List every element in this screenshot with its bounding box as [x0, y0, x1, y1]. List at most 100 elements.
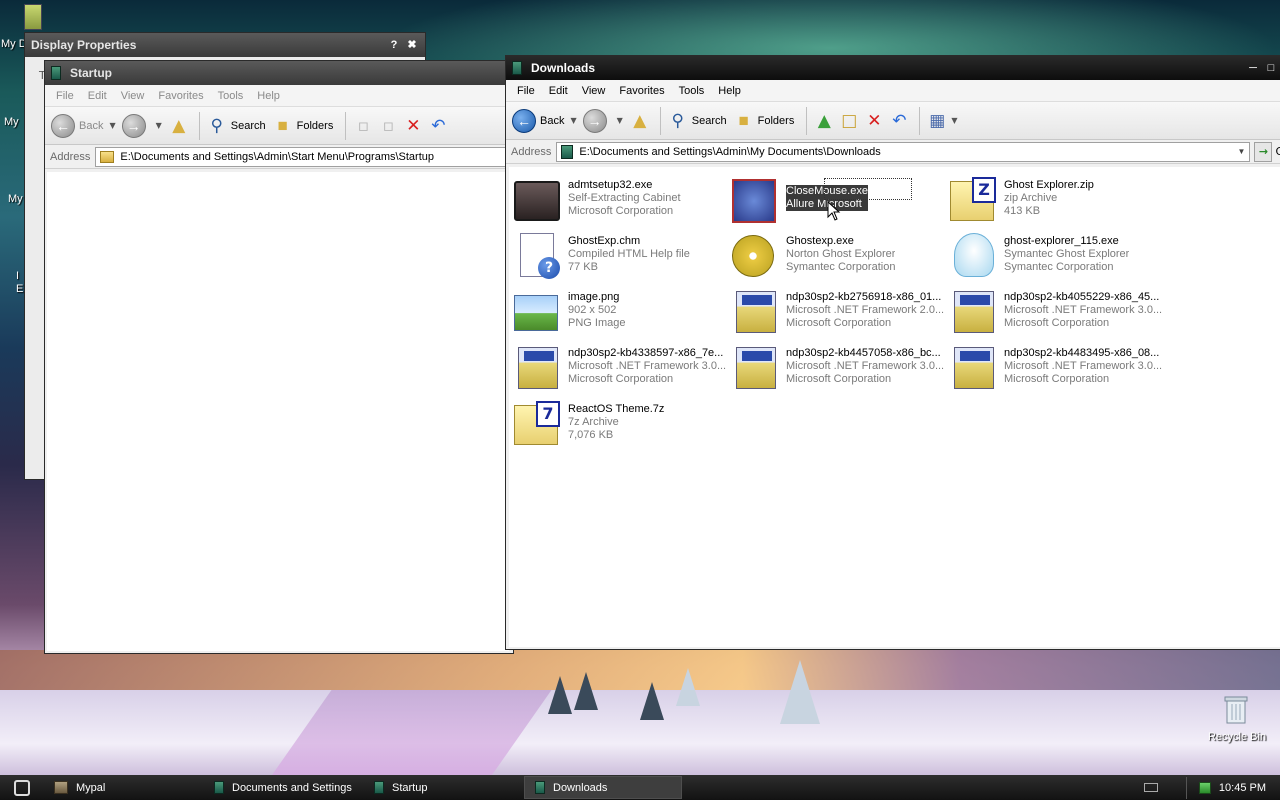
tray-separator [1185, 776, 1187, 799]
back-arrow-icon: ← [51, 113, 75, 138]
menu-tools[interactable]: Tools [211, 90, 251, 102]
search-button[interactable]: ⚲ Search [667, 110, 727, 132]
search-label: Search [691, 114, 727, 127]
downloads-window: Downloads ─ □ File Edit View Favorites T… [505, 55, 1280, 650]
7z-archive-icon: 7 [514, 401, 562, 449]
desktop-label[interactable]: My [8, 193, 23, 205]
search-icon: ⚲ [671, 110, 684, 130]
taskbar-item-documents-and-settings[interactable]: Documents and Settings [204, 776, 362, 799]
menu-file[interactable]: File [49, 90, 81, 102]
taskbar-item-startup[interactable]: Startup [364, 776, 522, 799]
chevron-down-icon[interactable]: ▼ [1233, 147, 1249, 156]
wallpaper-tree [676, 668, 700, 706]
task-label: Mypal [76, 781, 106, 794]
undo-icon[interactable]: ↶ [888, 110, 910, 132]
file-item[interactable]: Z Ghost Explorer.zip zip Archive 413 KB [950, 177, 1168, 233]
file-item[interactable]: admtsetup32.exe Self-Extracting Cabinet … [514, 177, 732, 233]
startup-titlebar[interactable]: Startup [45, 61, 513, 85]
address-input[interactable]: E:\Documents and Settings\Admin\Start Me… [95, 146, 513, 167]
file-item[interactable]: ndp30sp2-kb4483495-x86_08... Microsoft .… [950, 345, 1168, 401]
system-tray: 10:45 PM [1143, 776, 1280, 799]
file-view[interactable]: admtsetup32.exe Self-Extracting Cabinet … [509, 167, 1280, 647]
recycle-bin-label[interactable]: Recycle Bin [1208, 731, 1266, 743]
rename-input[interactable] [824, 178, 912, 200]
desktop-label[interactable]: E [16, 283, 23, 295]
move-to-icon[interactable]: ▲ [813, 110, 835, 132]
task-label: Documents and Settings [232, 781, 352, 794]
display-properties-titlebar[interactable]: Display Properties ? ✖ [25, 33, 425, 57]
desktop-shortcut-icon[interactable] [24, 4, 42, 30]
chevron-down-icon[interactable]: ▼ [156, 121, 162, 130]
file-name: Ghostexp.exe [786, 235, 854, 247]
move-to-icon[interactable]: ▫ [352, 115, 374, 137]
clock[interactable]: 10:45 PM [1219, 782, 1280, 794]
folders-button[interactable]: ■ Folders [733, 110, 795, 132]
copy-to-icon[interactable]: ▫ [377, 115, 399, 137]
file-company: Symantec Corporation [1004, 261, 1114, 273]
forward-button[interactable]: → [582, 108, 611, 133]
maximize-button[interactable]: □ [1264, 61, 1278, 75]
menu-file[interactable]: File [510, 85, 542, 97]
menu-help[interactable]: Help [711, 85, 748, 97]
file-item[interactable]: ndp30sp2-kb2756918-x86_01... Microsoft .… [732, 289, 950, 345]
downloads-titlebar[interactable]: Downloads ─ □ [506, 56, 1280, 80]
file-view[interactable] [47, 172, 509, 651]
back-button[interactable]: ← Back [51, 113, 104, 138]
network-icon[interactable] [1198, 781, 1211, 794]
forward-button[interactable]: → [121, 113, 150, 138]
menu-view[interactable]: View [114, 90, 152, 102]
desktop-label[interactable]: I [16, 270, 19, 282]
folders-button[interactable]: ■ Folders [272, 115, 334, 137]
desktop-label[interactable]: My [4, 116, 19, 128]
menu-edit[interactable]: Edit [542, 85, 575, 97]
chevron-down-icon[interactable]: ▼ [617, 116, 623, 125]
recycle-bin-icon[interactable] [1224, 694, 1248, 724]
delete-icon[interactable]: ✕ [863, 110, 885, 132]
copy-to-icon[interactable]: □ [838, 110, 860, 132]
back-label: Back [79, 119, 104, 132]
undo-icon[interactable]: ↶ [427, 115, 449, 137]
go-arrow-icon[interactable]: → [1254, 141, 1273, 162]
back-button[interactable]: ← Back [512, 108, 564, 133]
menu-tools[interactable]: Tools [672, 85, 712, 97]
file-name: ghost-explorer_115.exe [1004, 235, 1119, 247]
search-button[interactable]: ⚲ Search [206, 115, 266, 137]
desktop-label[interactable]: My D [1, 38, 27, 50]
views-icon[interactable]: ▦ [926, 110, 948, 132]
file-item[interactable]: Ghostexp.exe Norton Ghost Explorer Syman… [732, 233, 950, 289]
chevron-down-icon[interactable]: ▼ [570, 116, 576, 125]
delete-icon[interactable]: ✕ [402, 115, 424, 137]
taskbar-item-mypal[interactable]: Mypal [44, 776, 202, 799]
minimize-button[interactable]: ─ [1246, 61, 1260, 75]
menu-view[interactable]: View [575, 85, 613, 97]
menu-help[interactable]: Help [250, 90, 287, 102]
file-item[interactable]: ndp30sp2-kb4457058-x86_bc... Microsoft .… [732, 345, 950, 401]
ghost-disc-icon [732, 233, 780, 281]
up-folder-icon[interactable]: ▲ [629, 110, 651, 132]
chevron-down-icon[interactable]: ▼ [951, 116, 957, 125]
file-item[interactable]: ndp30sp2-kb4055229-x86_45... Microsoft .… [950, 289, 1168, 345]
file-item[interactable]: image.png 902 x 502 PNG Image [514, 289, 732, 345]
file-item[interactable]: ghost-explorer_115.exe Symantec Ghost Ex… [950, 233, 1168, 289]
file-type: Microsoft .NET Framework 2.0... [786, 304, 945, 316]
go-label[interactable]: G [1272, 145, 1280, 158]
start-button[interactable] [0, 775, 44, 800]
file-item[interactable]: ? GhostExp.chm Compiled HTML Help file 7… [514, 233, 732, 289]
file-size: 77 KB [568, 261, 598, 273]
wallpaper-tree [640, 682, 664, 720]
up-folder-icon[interactable]: ▲ [168, 115, 190, 137]
menu-favorites[interactable]: Favorites [612, 85, 671, 97]
file-item[interactable]: 7 ReactOS Theme.7z 7z Archive 7,076 KB [514, 401, 732, 457]
taskbar-item-downloads[interactable]: Downloads [524, 776, 682, 799]
menu-edit[interactable]: Edit [81, 90, 114, 102]
keyboard-icon[interactable] [1143, 783, 1158, 792]
address-input[interactable]: E:\Documents and Settings\Admin\My Docum… [556, 141, 1251, 162]
chevron-down-icon[interactable]: ▼ [109, 121, 115, 130]
file-item[interactable]: ndp30sp2-kb4338597-x86_7e... Microsoft .… [514, 345, 732, 401]
close-button[interactable]: ✖ [405, 38, 419, 52]
help-file-icon: ? [514, 233, 562, 281]
help-button[interactable]: ? [387, 38, 401, 52]
zip-archive-icon: Z [950, 177, 998, 225]
menu-favorites[interactable]: Favorites [151, 90, 210, 102]
file-name: admtsetup32.exe [568, 179, 653, 191]
